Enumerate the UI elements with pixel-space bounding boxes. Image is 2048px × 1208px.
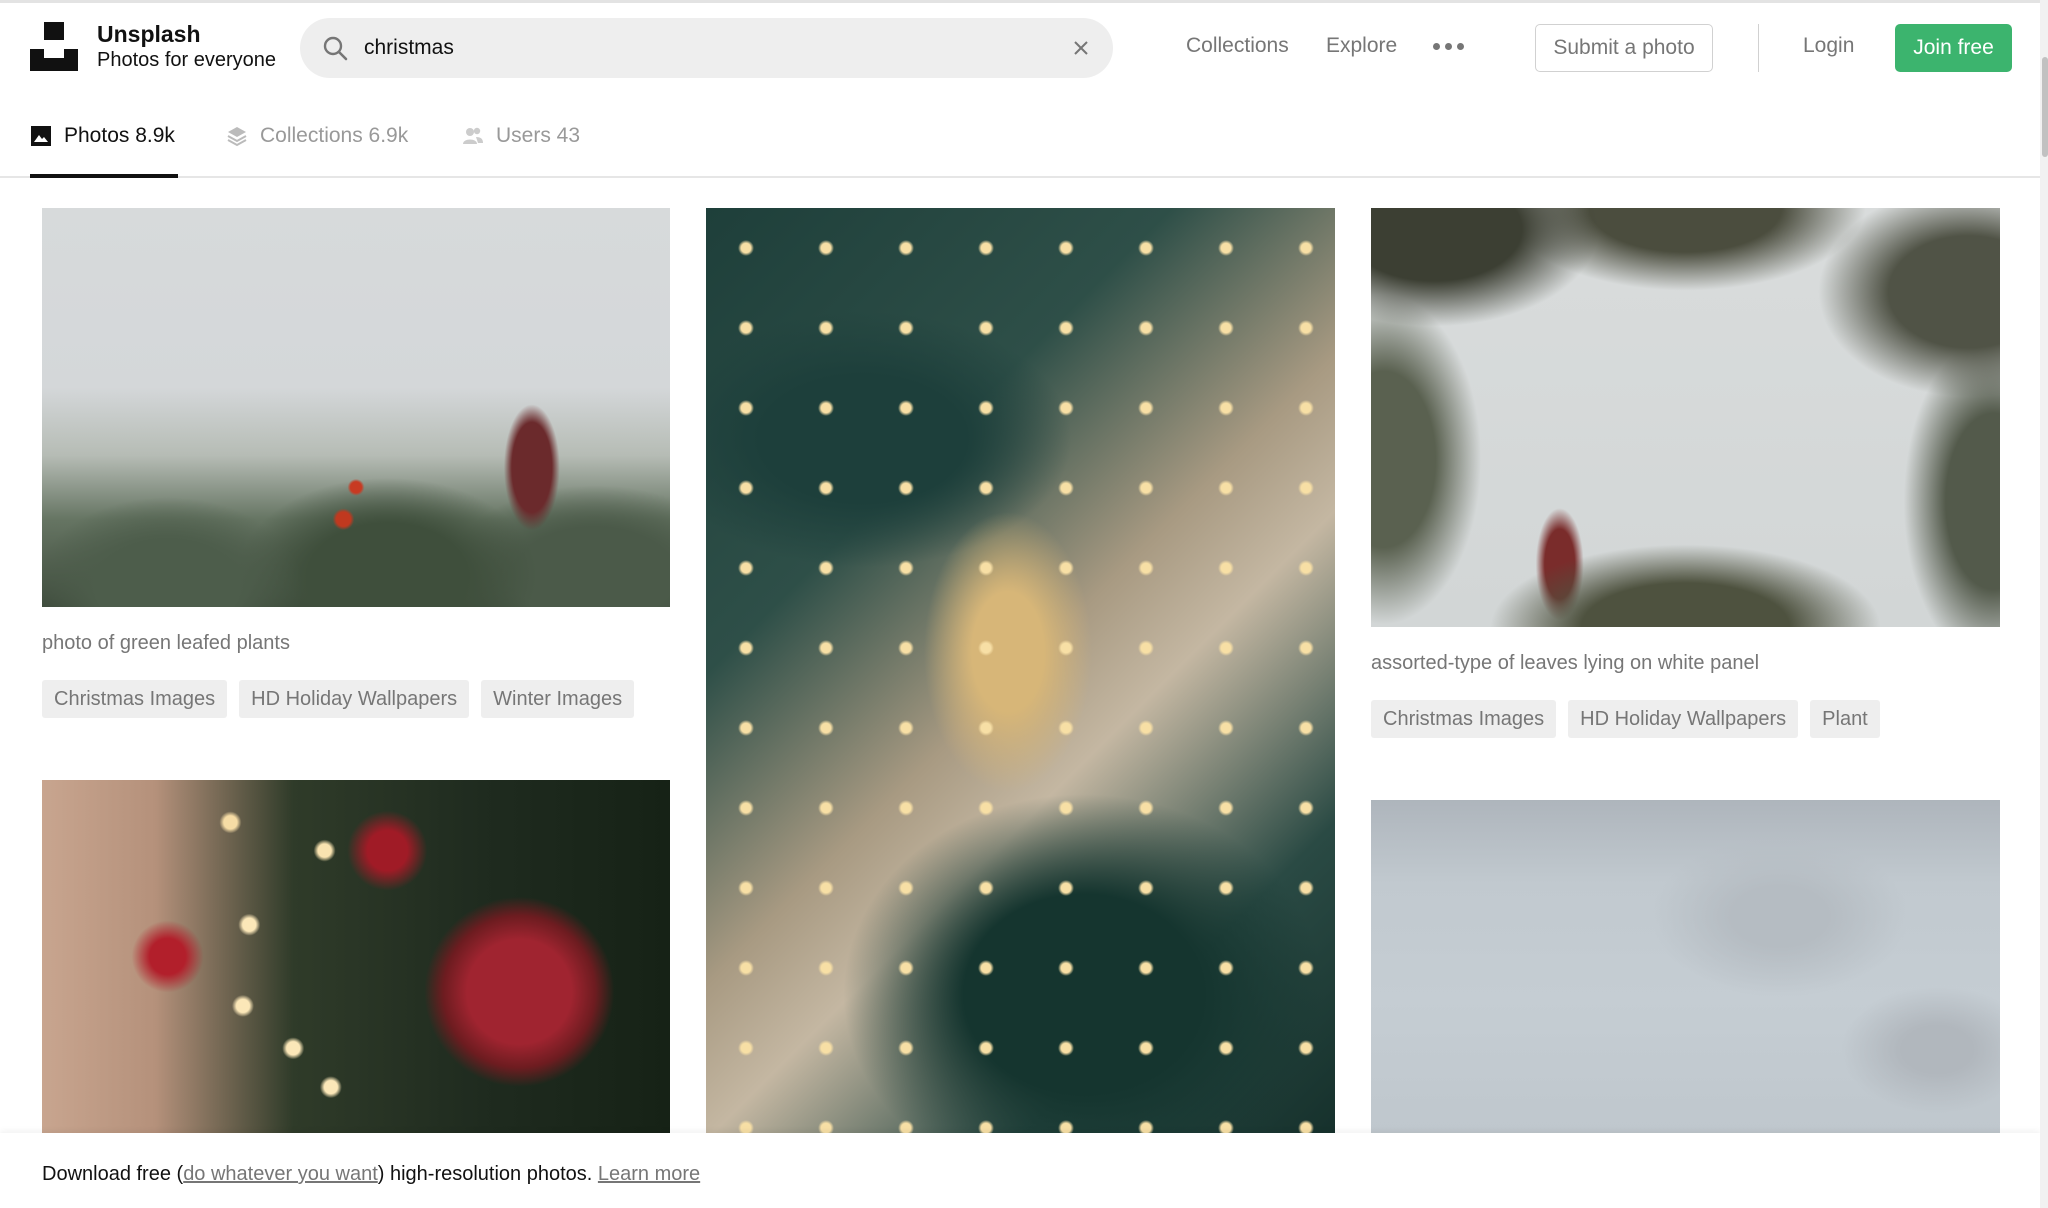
tab-label: Photos 8.9k bbox=[64, 124, 175, 147]
search-icon[interactable] bbox=[322, 35, 348, 61]
scrollbar-thumb[interactable] bbox=[2042, 57, 2048, 157]
photo-card[interactable] bbox=[706, 208, 1335, 1133]
header-divider bbox=[1758, 24, 1759, 72]
search-input[interactable] bbox=[364, 18, 1024, 78]
more-dots-icon[interactable] bbox=[1433, 38, 1465, 54]
window-top-border bbox=[0, 0, 2048, 3]
tab-photos[interactable]: Photos 8.9k bbox=[30, 124, 175, 176]
unsplash-logo-icon[interactable] bbox=[30, 22, 78, 71]
tab-label: Collections 6.9k bbox=[260, 124, 409, 147]
photo-tags: Christmas Images HD Holiday Wallpapers P… bbox=[1371, 700, 1880, 738]
nav-explore[interactable]: Explore bbox=[1326, 34, 1397, 58]
photo-card[interactable] bbox=[1371, 208, 2000, 627]
search-bar[interactable] bbox=[300, 18, 1113, 78]
scrollbar-track[interactable] bbox=[2040, 0, 2048, 1208]
nav-collections[interactable]: Collections bbox=[1186, 34, 1289, 58]
photo-caption: photo of green leafed plants bbox=[42, 632, 290, 654]
photo-card[interactable] bbox=[42, 780, 670, 1133]
photo-caption: assorted-type of leaves lying on white p… bbox=[1371, 652, 1760, 674]
submit-photo-button[interactable]: Submit a photo bbox=[1535, 24, 1713, 72]
banner-prefix: Download free ( bbox=[42, 1163, 184, 1185]
tag-chip[interactable]: Christmas Images bbox=[1371, 700, 1557, 738]
tab-users[interactable]: Users 43 bbox=[462, 124, 580, 176]
tab-collections[interactable]: Collections 6.9k bbox=[226, 124, 408, 176]
tag-chip[interactable]: HD Holiday Wallpapers bbox=[239, 680, 470, 718]
download-banner: Download free (do whatever you want) hig… bbox=[0, 1133, 2040, 1208]
tag-chip[interactable]: HD Holiday Wallpapers bbox=[1568, 700, 1799, 738]
image-icon bbox=[31, 126, 51, 146]
tag-chip[interactable]: Winter Images bbox=[481, 680, 635, 718]
photo-card[interactable] bbox=[1371, 800, 2000, 1133]
tag-chip[interactable]: Plant bbox=[1810, 700, 1880, 738]
users-icon bbox=[463, 127, 483, 144]
login-link[interactable]: Login bbox=[1803, 34, 1854, 58]
tag-chip[interactable]: Christmas Images bbox=[42, 680, 228, 718]
tab-label: Users 43 bbox=[496, 124, 581, 147]
photo-card[interactable] bbox=[42, 208, 670, 607]
banner-middle: ) high-resolution photos. bbox=[377, 1163, 598, 1185]
tabs-divider bbox=[0, 176, 2040, 178]
stack-icon bbox=[227, 127, 247, 147]
license-link[interactable]: do whatever you want bbox=[183, 1163, 378, 1185]
banner-text: Download free (do whatever you want) hig… bbox=[42, 1163, 700, 1186]
join-free-button[interactable]: Join free bbox=[1895, 24, 2012, 72]
active-tab-indicator bbox=[30, 174, 178, 178]
photo-tags: Christmas Images HD Holiday Wallpapers W… bbox=[42, 680, 635, 718]
brand-subtitle: Photos for everyone bbox=[97, 49, 276, 71]
learn-more-link[interactable]: Learn more bbox=[598, 1163, 700, 1185]
brand-title[interactable]: Unsplash bbox=[97, 21, 201, 48]
close-icon[interactable] bbox=[1069, 36, 1093, 60]
